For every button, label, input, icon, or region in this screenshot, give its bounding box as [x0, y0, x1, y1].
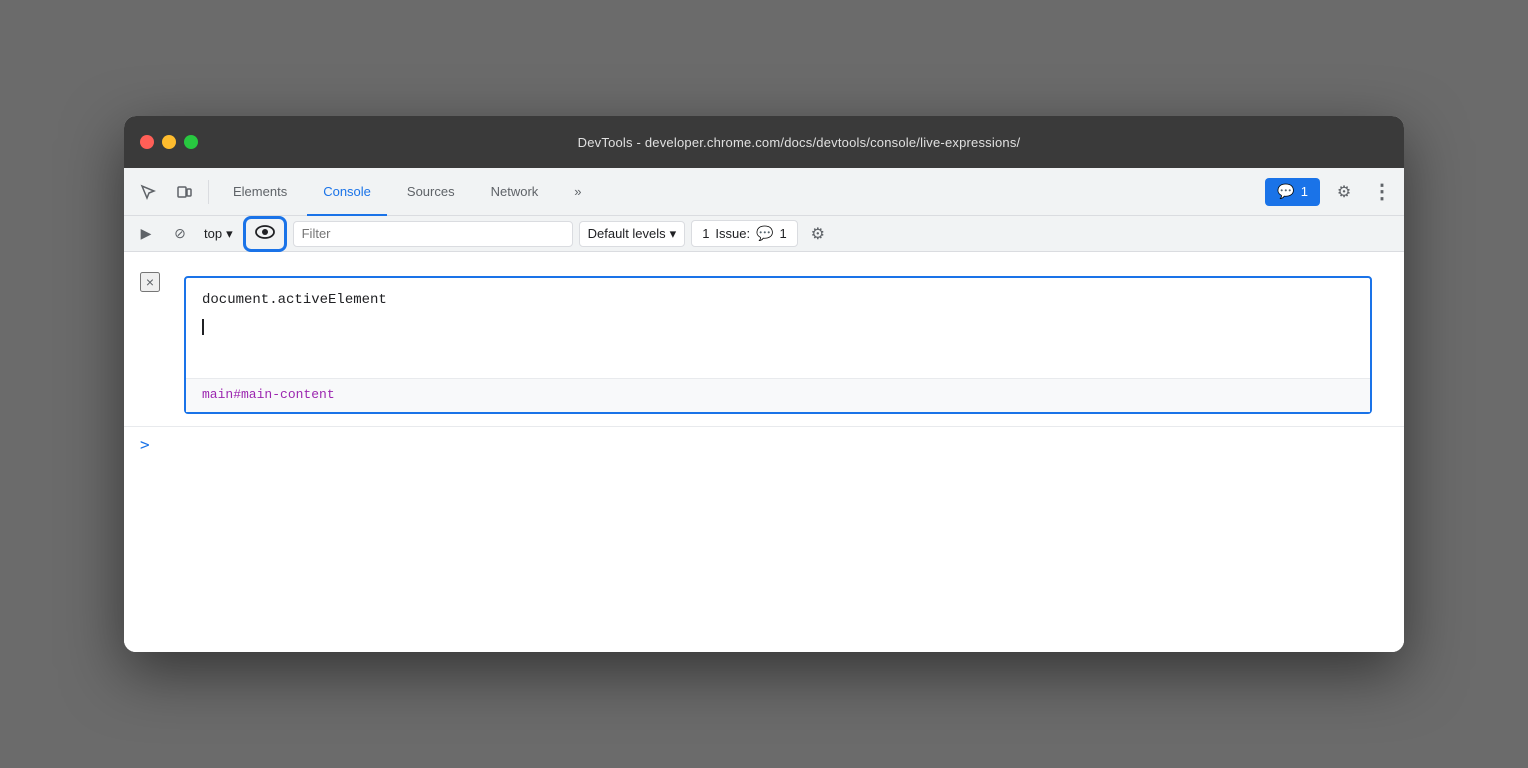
- gear-icon: ⚙: [1337, 182, 1351, 202]
- devtools-panel: Elements Console Sources Network » 💬 1: [124, 168, 1404, 652]
- message-icon: 💬: [1277, 183, 1294, 200]
- eye-icon: [255, 223, 275, 244]
- live-expressions-button[interactable]: [243, 216, 287, 252]
- close-button[interactable]: [140, 135, 154, 149]
- tab-sources[interactable]: Sources: [391, 168, 471, 216]
- badge-count: 1: [1301, 184, 1308, 199]
- clear-console-button[interactable]: ⊘: [166, 220, 194, 248]
- run-script-button[interactable]: ▶: [132, 220, 160, 248]
- toolbar-divider: [208, 180, 209, 204]
- window-title: DevTools - developer.chrome.com/docs/dev…: [210, 135, 1388, 150]
- log-levels-button[interactable]: Default levels ▾: [579, 221, 686, 247]
- select-element-button[interactable]: [132, 176, 164, 208]
- filter-input[interactable]: [293, 221, 573, 247]
- live-expression-content[interactable]: document.activeElement: [186, 278, 1370, 378]
- live-expression-box: document.activeElement main#main-content: [184, 276, 1372, 414]
- traffic-lights: [140, 135, 198, 149]
- title-bar: DevTools - developer.chrome.com/docs/dev…: [124, 116, 1404, 168]
- issue-msg-count: 1: [780, 226, 787, 241]
- levels-label: Default levels: [588, 226, 666, 241]
- console-gear-icon: ⚙: [811, 224, 825, 244]
- more-icon: ⋮: [1372, 179, 1392, 204]
- text-cursor: [202, 319, 204, 335]
- console-content: × document.activeElement main#main-conte…: [124, 252, 1404, 652]
- console-settings-button[interactable]: ⚙: [804, 220, 832, 248]
- context-selector[interactable]: top ▾: [200, 224, 237, 244]
- console-prompt: >: [140, 435, 150, 454]
- more-options-button[interactable]: ⋮: [1368, 178, 1396, 206]
- close-icon: ×: [146, 274, 154, 290]
- live-expression-result: main#main-content: [186, 378, 1370, 412]
- device-toolbar-button[interactable]: [168, 176, 200, 208]
- context-label: top: [204, 226, 222, 241]
- live-expression-close-button[interactable]: ×: [140, 272, 160, 292]
- issue-label: Issue:: [715, 226, 750, 241]
- issue-count: 1: [702, 226, 709, 241]
- levels-dropdown-icon: ▾: [670, 226, 677, 242]
- issue-msg-icon: 💬: [756, 225, 773, 242]
- issues-badge[interactable]: 1 Issue: 💬 1: [691, 220, 798, 247]
- console-input-row: >: [124, 426, 1404, 462]
- devtools-window: DevTools - developer.chrome.com/docs/dev…: [124, 116, 1404, 652]
- cursor-line: [202, 319, 1354, 335]
- tab-console[interactable]: Console: [307, 168, 387, 216]
- tab-network[interactable]: Network: [475, 168, 555, 216]
- main-toolbar: Elements Console Sources Network » 💬 1: [124, 168, 1404, 216]
- maximize-button[interactable]: [184, 135, 198, 149]
- dropdown-arrow-icon: ▾: [226, 226, 233, 242]
- settings-button[interactable]: ⚙: [1328, 176, 1360, 208]
- console-toolbar: ▶ ⊘ top ▾ Default levels ▾: [124, 216, 1404, 252]
- toolbar-right: 💬 1 ⚙ ⋮: [1265, 176, 1396, 208]
- run-icon: ▶: [141, 225, 152, 242]
- minimize-button[interactable]: [162, 135, 176, 149]
- block-icon: ⊘: [174, 225, 186, 242]
- tab-elements[interactable]: Elements: [217, 168, 303, 216]
- tab-more[interactable]: »: [558, 168, 597, 216]
- expression-text: document.activeElement: [202, 290, 1354, 311]
- messages-badge-button[interactable]: 💬 1: [1265, 178, 1320, 206]
